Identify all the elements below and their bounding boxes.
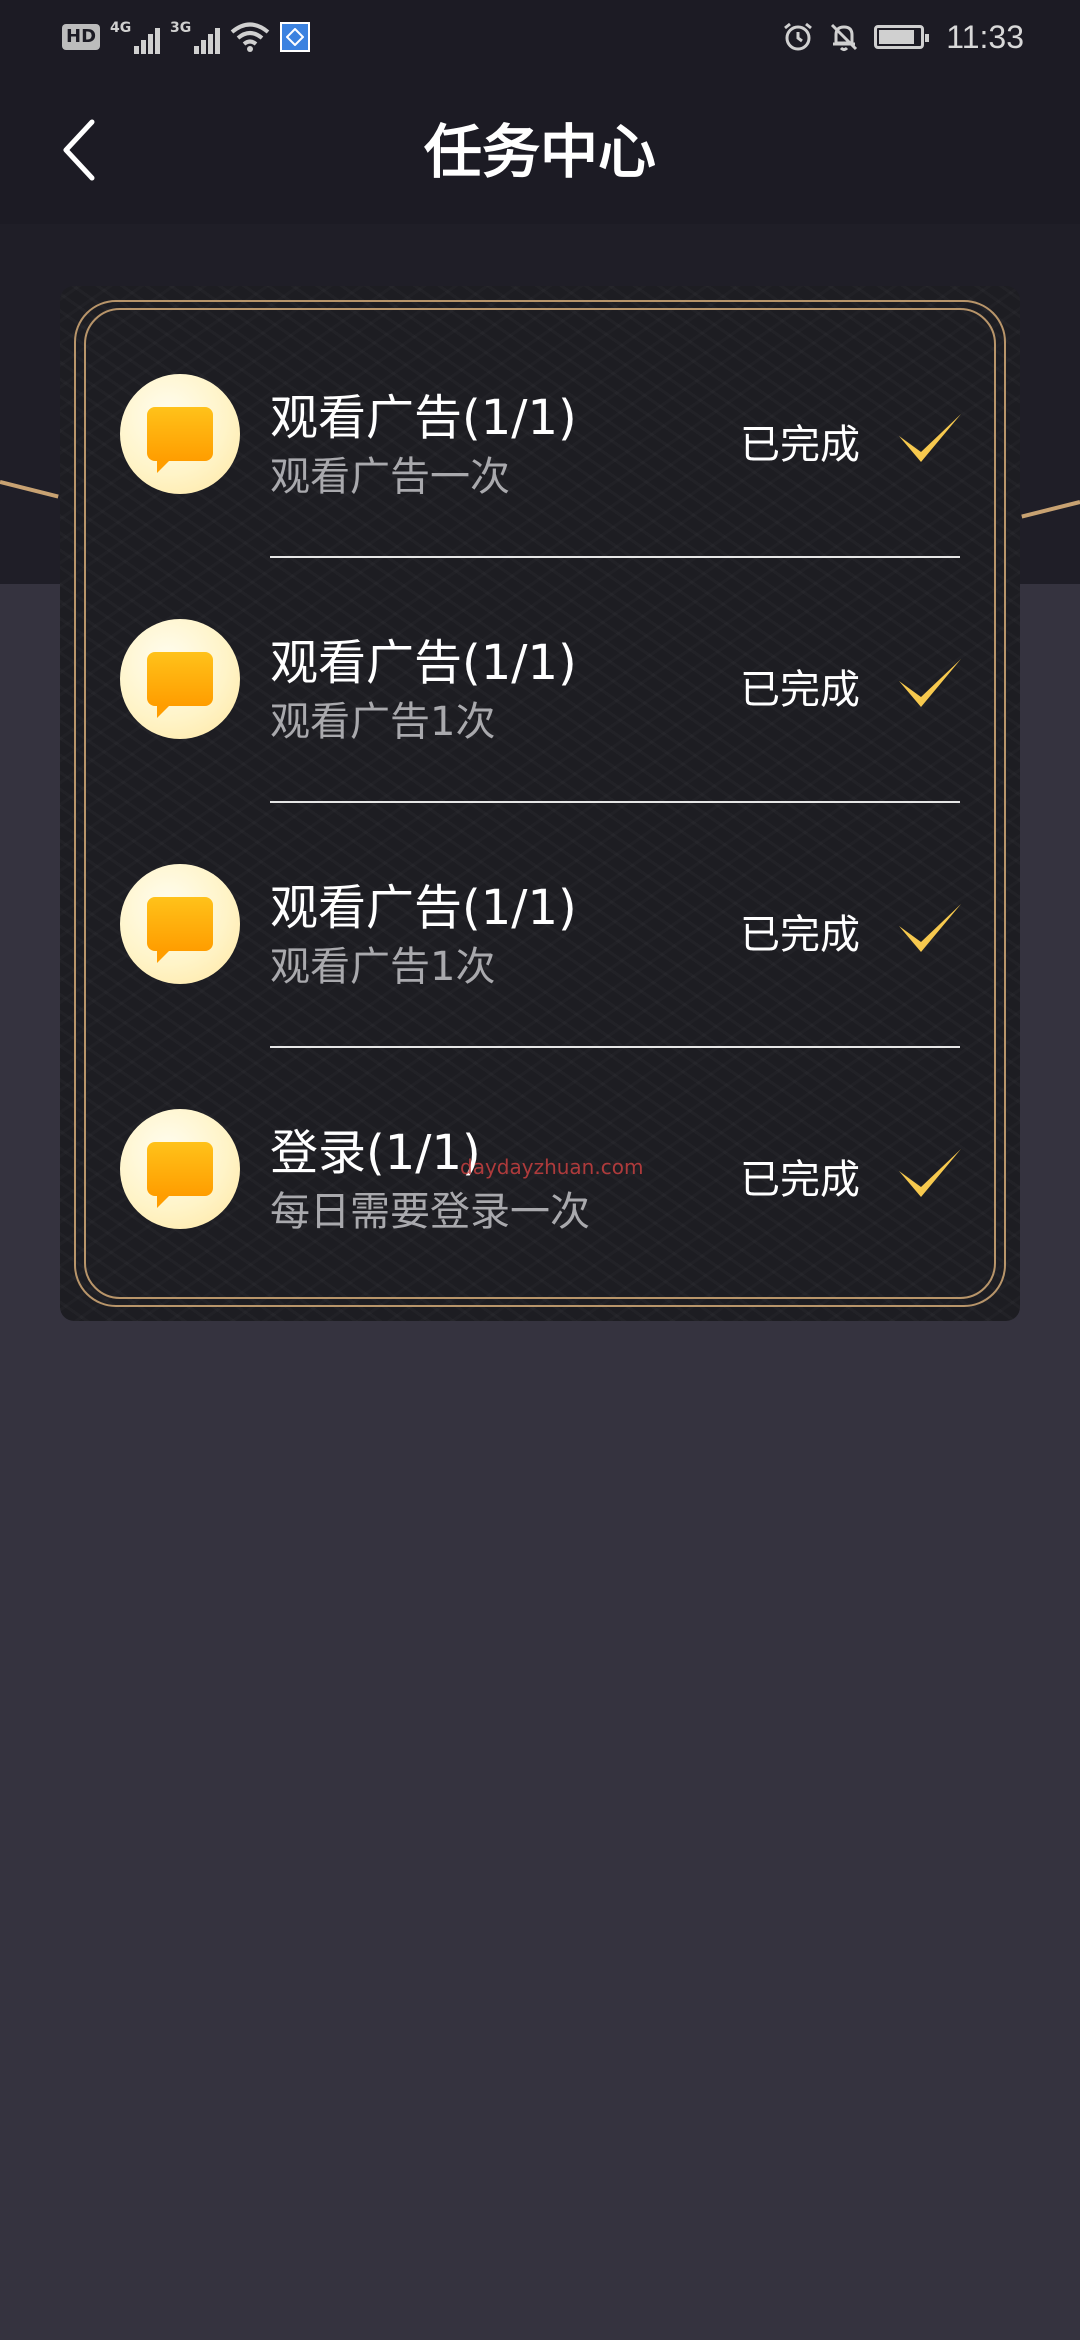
task-description: 观看广告1次 — [270, 944, 496, 990]
task-icon-circle — [120, 1109, 240, 1229]
checkmark-icon — [899, 659, 961, 707]
page-title: 任务中心 — [423, 118, 656, 186]
task-status: 已完成 — [740, 422, 860, 468]
signal-3g-icon: 3G — [170, 20, 221, 54]
task-title: 观看广告(1/1) — [270, 635, 577, 691]
checkmark-icon — [899, 414, 961, 462]
status-bar-left: HD 4G 3G — [62, 18, 311, 56]
task-status: 已完成 — [740, 1157, 860, 1203]
bell-off-icon — [831, 23, 858, 51]
task-icon-circle — [120, 619, 240, 739]
task-icon-circle — [120, 864, 240, 984]
task-item[interactable]: 观看广告(1/1) 观看广告1次 已完成 — [60, 776, 1020, 1048]
chat-bubble-icon — [147, 897, 213, 963]
wifi-icon — [230, 22, 270, 52]
task-title: 观看广告(1/1) — [270, 390, 577, 446]
task-item[interactable]: 观看广告(1/1) 观看广告一次 已完成 — [60, 286, 1020, 558]
status-bar-right: 11:33 — [782, 18, 1024, 56]
task-item[interactable]: 登录(1/1) 每日需要登录一次 已完成 — [60, 1021, 1020, 1266]
clock: 11:33 — [946, 18, 1024, 55]
network-type-label: 3G — [170, 20, 192, 36]
location-icon — [280, 22, 311, 52]
checkmark-icon — [899, 1149, 961, 1197]
status-bar: HD 4G 3G 11:33 — [0, 0, 1080, 74]
network-type-label: 4G — [110, 20, 132, 36]
signal-4g-icon: 4G — [110, 20, 161, 54]
task-description: 观看广告1次 — [270, 699, 496, 745]
app-header: 任务中心 — [0, 74, 1080, 224]
chevron-left-icon — [63, 119, 95, 181]
task-status: 已完成 — [740, 667, 860, 713]
hd-icon: HD — [62, 24, 101, 50]
battery-icon — [874, 25, 930, 49]
back-button[interactable] — [60, 110, 140, 190]
task-title: 登录(1/1) — [270, 1125, 481, 1181]
chat-bubble-icon — [147, 1142, 213, 1208]
task-description: 每日需要登录一次 — [270, 1189, 590, 1235]
task-title: 观看广告(1/1) — [270, 880, 577, 936]
task-item[interactable]: 观看广告(1/1) 观看广告1次 已完成 — [60, 531, 1020, 803]
task-status: 已完成 — [740, 912, 860, 958]
task-icon-circle — [120, 374, 240, 494]
task-description: 观看广告一次 — [270, 454, 510, 500]
watermark: daydayzhuan.com — [460, 1155, 644, 1179]
checkmark-icon — [899, 904, 961, 952]
alarm-icon — [784, 22, 813, 51]
chat-bubble-icon — [147, 652, 213, 718]
chat-bubble-icon — [147, 407, 213, 473]
